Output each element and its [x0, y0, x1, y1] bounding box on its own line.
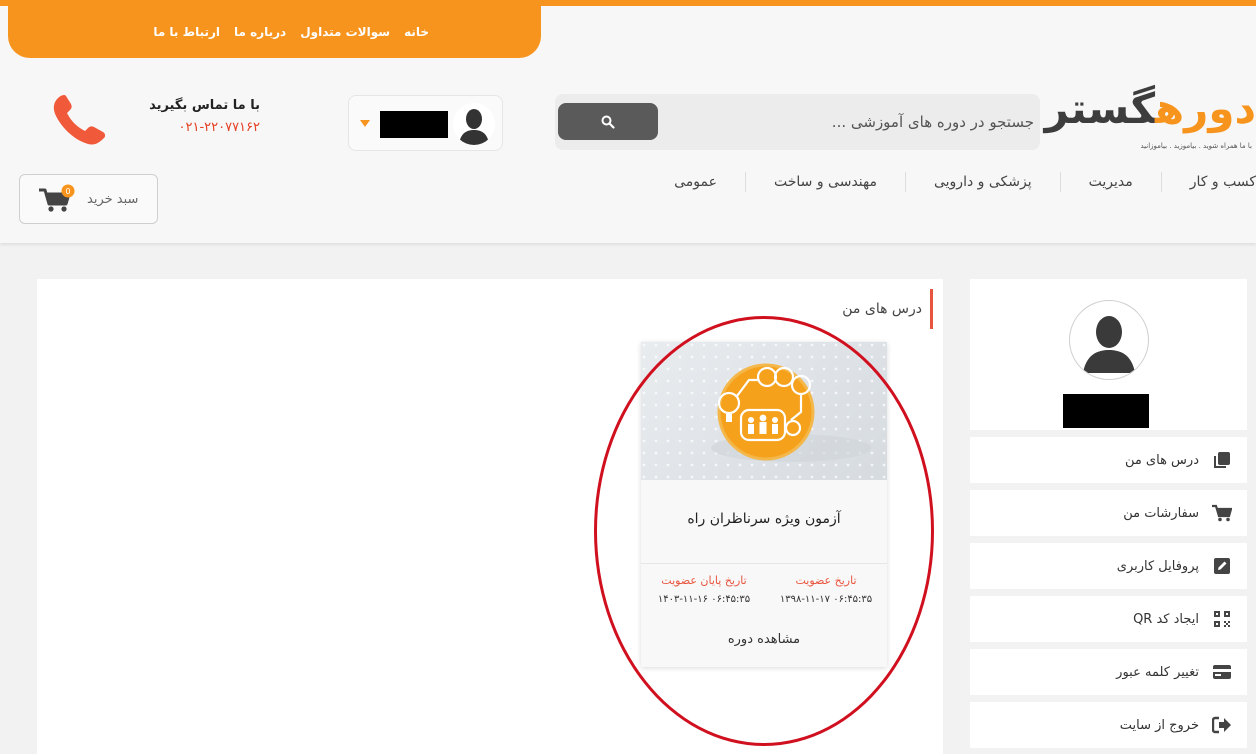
- sidebar-item-profile[interactable]: پروفایل کاربری: [970, 543, 1247, 589]
- end-date-value: ۰۶:۴۵:۳۵ ۱۴۰۳-۱۱-۱۶: [657, 594, 751, 605]
- end-date: تاریخ پایان عضویت ۰۶:۴۵:۳۵ ۱۴۰۳-۱۱-۱۶: [649, 574, 759, 605]
- sidebar-item-logout[interactable]: خروج از سایت: [970, 702, 1247, 748]
- nav-faq-link[interactable]: سوالات متداول: [300, 25, 390, 39]
- avatar: [453, 103, 495, 145]
- sidebar-item-my-courses[interactable]: درس های من: [970, 437, 1247, 483]
- course-title[interactable]: آزمون ویژه سرناظران راه: [641, 511, 887, 527]
- sidebar-item-label: ایجاد کد QR: [1133, 611, 1199, 627]
- cart-button[interactable]: سبد خرید 0: [19, 174, 158, 224]
- join-date-label: تاریخ عضویت: [795, 574, 857, 587]
- sidebar-item-label: سفارشات من: [1123, 505, 1199, 521]
- credit-card-icon: [1211, 662, 1233, 682]
- sidebar-item-change-password[interactable]: تغییر کلمه عبور: [970, 649, 1247, 695]
- category-general[interactable]: عمومی: [646, 172, 745, 192]
- top-nav: خانه سوالات متداول درباره ما ارتباط با م…: [8, 6, 541, 58]
- cart-count: 0: [65, 187, 70, 196]
- category-nav: کسب و کار مدیریت پزشکی و دارویی مهندسی و…: [646, 164, 1256, 200]
- main-content: درس های من آزمون ویژه سرناظران راه تاریخ…: [37, 279, 943, 754]
- site-logo[interactable]: دورهگستر با ما همراه شوید . بیاموزید . ب…: [1045, 84, 1256, 158]
- search-icon: [601, 115, 615, 129]
- cart-icon: [1211, 503, 1233, 523]
- sign-out-icon: [1211, 715, 1233, 735]
- sidebar-item-label: تغییر کلمه عبور: [1116, 664, 1199, 680]
- search-input[interactable]: [710, 94, 1040, 150]
- join-date-value: ۰۶:۴۵:۳۵ ۱۳۹۸-۱۱-۱۷: [779, 594, 873, 605]
- site-header: خانه سوالات متداول درباره ما ارتباط با م…: [0, 0, 1256, 243]
- logo-wordmark: دورهگستر: [1045, 84, 1256, 134]
- sidebar-item-my-orders[interactable]: سفارشات من: [970, 490, 1247, 536]
- user-name-redacted: [380, 111, 448, 138]
- course-card[interactable]: آزمون ویژه سرناظران راه تاریخ عضویت ۰۶:۴…: [641, 342, 887, 667]
- category-management[interactable]: مدیریت: [1059, 172, 1161, 192]
- logo-tagline: با ما همراه شوید . بیاموزید . بیاموزانید: [1140, 142, 1253, 150]
- phone-icon: [53, 94, 106, 145]
- profile-avatar: [1069, 300, 1149, 380]
- end-date-label: تاریخ پایان عضویت: [661, 574, 747, 587]
- category-medical[interactable]: پزشکی و دارویی: [904, 172, 1060, 192]
- contact-title: با ما تماس بگیرید: [149, 98, 260, 113]
- user-silhouette-icon: [1073, 304, 1145, 376]
- join-date: تاریخ عضویت ۰۶:۴۵:۳۵ ۱۳۹۸-۱۱-۱۷: [771, 574, 881, 605]
- nav-contact-link[interactable]: ارتباط با ما: [153, 25, 220, 39]
- view-course-button[interactable]: مشاهده دوره: [641, 632, 887, 647]
- nav-about-link[interactable]: درباره ما: [234, 25, 286, 39]
- qr-code-icon: [1211, 609, 1233, 629]
- section-title: درس های من: [842, 289, 933, 329]
- sidebar-item-label: خروج از سایت: [1119, 717, 1199, 733]
- sidebar-item-label: درس های من: [1124, 452, 1199, 468]
- user-silhouette-icon: [459, 109, 489, 145]
- course-thumbnail[interactable]: [641, 342, 887, 480]
- logo-word-orange: دوره: [1155, 84, 1256, 133]
- search-button[interactable]: [558, 103, 658, 140]
- profile-name-redacted: [1063, 394, 1149, 428]
- category-engineering[interactable]: مهندسی و ساخت: [745, 172, 905, 192]
- course-image: [641, 342, 887, 480]
- chevron-down-icon: [360, 120, 370, 127]
- nav-home-link[interactable]: خانه: [404, 25, 429, 39]
- copy-icon: [1211, 450, 1233, 470]
- sidebar-item-qr-code[interactable]: ایجاد کد QR: [970, 596, 1247, 642]
- edit-icon: [1211, 556, 1233, 576]
- cart-icon: 0: [39, 184, 75, 212]
- sidebar-item-label: پروفایل کاربری: [1116, 558, 1199, 574]
- logo-word-dark: گستر: [1044, 84, 1156, 133]
- search-bar: [555, 94, 1040, 150]
- category-business[interactable]: کسب و کار: [1160, 172, 1256, 192]
- divider: [641, 563, 887, 564]
- profile-card: [970, 279, 1247, 430]
- cart-label: سبد خرید: [87, 192, 139, 207]
- user-menu[interactable]: [348, 95, 503, 151]
- contact-info: با ما تماس بگیرید ۰۲۱-۲۲۰۷۷۱۶۲: [149, 98, 261, 135]
- contact-phone[interactable]: ۰۲۱-۲۲۰۷۷۱۶۲: [150, 120, 261, 135]
